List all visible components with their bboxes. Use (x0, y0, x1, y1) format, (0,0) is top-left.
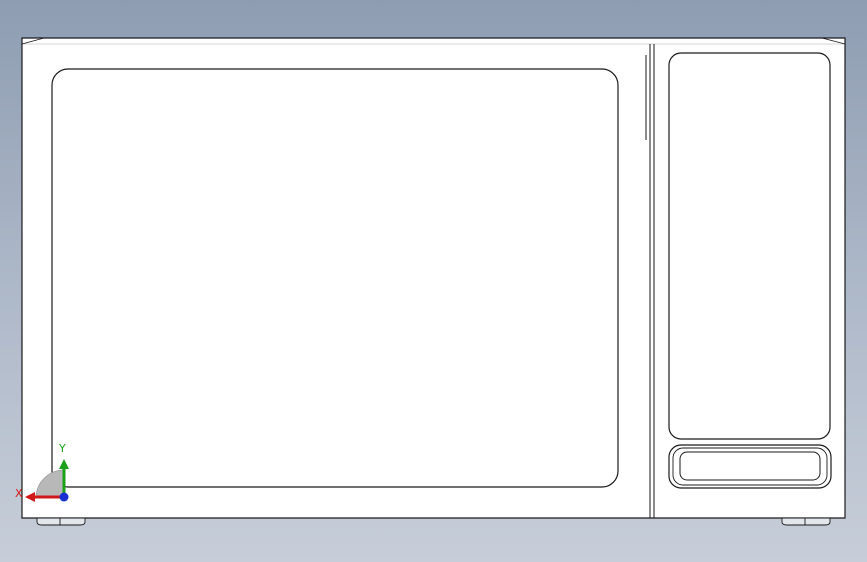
oven-feet (36, 517, 831, 526)
y-axis-label: Y (59, 442, 66, 455)
z-axis-dot (59, 492, 69, 502)
x-axis-label: X (15, 487, 23, 500)
graphics-viewport[interactable]: Y X (0, 0, 867, 562)
control-panel (668, 52, 831, 440)
model-drawing (21, 37, 846, 526)
door-window (51, 68, 619, 488)
